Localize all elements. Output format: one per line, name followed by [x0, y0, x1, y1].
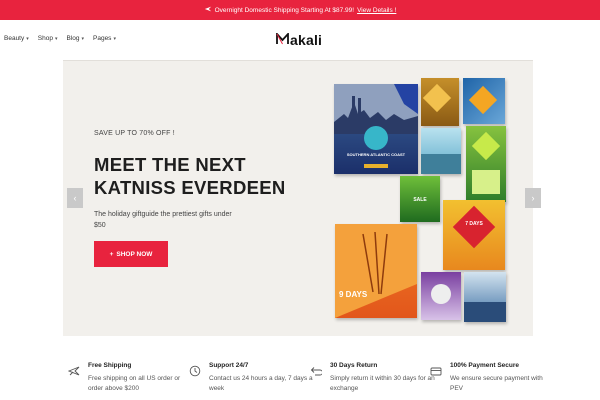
chevron-down-icon: ▾: [26, 35, 29, 42]
airplane-icon: [67, 364, 80, 376]
collage-card-4: [421, 128, 461, 174]
nav-item-shop[interactable]: Shop ▾: [38, 35, 58, 42]
seven-days-label: 7 DAYS: [465, 221, 483, 227]
features-row: Free Shipping Free shipping on all US or…: [0, 345, 600, 400]
next-slide-button[interactable]: ›: [525, 188, 541, 208]
shop-now-button[interactable]: + SHOP NOW: [94, 241, 168, 267]
chevron-down-icon: ▾: [54, 35, 58, 42]
announcement-text: Overnight Domestic Shipping Starting At …: [214, 6, 355, 14]
site-header: Beauty ▾ Shop ▾ Blog ▾ Pages ▾ akali: [0, 20, 600, 60]
logo-text: akali: [290, 32, 323, 48]
nav-item-beauty[interactable]: Beauty ▾: [4, 35, 29, 42]
nav-item-pages[interactable]: Pages ▾: [93, 35, 116, 42]
shop-now-label: SHOP NOW: [116, 250, 153, 258]
airplane-icon: [204, 5, 212, 15]
main-nav: Beauty ▾ Shop ▾ Blog ▾ Pages ▾: [4, 35, 116, 42]
feature-desc: Free shipping on all US order or order a…: [88, 375, 181, 392]
collage-card-main: SOUTHERN ATLANTIC COAST: [334, 84, 418, 174]
logo-m-icon: [276, 31, 289, 48]
collage-card-caption: SOUTHERN ATLANTIC COAST: [346, 152, 406, 157]
nav-label: Pages: [93, 35, 112, 42]
site-logo[interactable]: akali: [276, 31, 323, 48]
feature-title: 30 Days Return: [330, 362, 378, 369]
feature-desc: Contact us 24 hours a day, 7 days a week: [209, 375, 313, 392]
hero-title: MEET THE NEXT KATNISS EVERDEEN: [94, 153, 324, 199]
feature-title: Free Shipping: [88, 362, 132, 369]
plus-icon: +: [109, 250, 114, 258]
nine-days-label: 9 DAYS: [339, 290, 368, 299]
collage-card-2: [421, 78, 459, 126]
prev-slide-button[interactable]: ‹: [67, 188, 83, 208]
feature-desc: Simply return it within 30 days for an e…: [330, 375, 435, 392]
collage-card-5: [466, 126, 506, 202]
feature-title: 100% Payment Secure: [450, 362, 520, 369]
chevron-down-icon: ▾: [81, 35, 84, 42]
view-details-link[interactable]: View Details !: [357, 7, 396, 14]
return-icon: [310, 364, 323, 376]
collage-card-9: [464, 272, 506, 322]
feature-desc: We ensure secure payment with PEV: [450, 375, 543, 392]
nav-label: Shop: [37, 35, 53, 42]
card-icon: [430, 364, 442, 376]
collage-card-9days: 9 DAYS: [335, 224, 417, 318]
chevron-left-icon: ‹: [73, 193, 77, 203]
sale-label: SALE: [413, 197, 427, 203]
clock-icon: [189, 364, 201, 377]
collage-card-7days: 7 DAYS: [443, 200, 505, 270]
chevron-down-icon: ▾: [113, 35, 116, 42]
announcement-bar: Overnight Domestic Shipping Starting At …: [0, 0, 600, 20]
chevron-right-icon: ›: [531, 193, 535, 203]
nav-label: Beauty: [4, 35, 25, 42]
hero-title-line: KATNISS EVERDEEN: [94, 177, 286, 198]
nav-item-blog[interactable]: Blog ▾: [66, 35, 84, 42]
feature-title: Support 24/7: [209, 362, 249, 369]
collage-card-3: [463, 78, 505, 124]
nav-label: Blog: [66, 35, 80, 42]
hero-subtitle: SAVE UP TO 70% OFF !: [94, 130, 175, 137]
collage-card-sale: SALE: [400, 176, 440, 222]
hero-title-line: MEET THE NEXT: [94, 154, 246, 175]
collage-card-8: [421, 272, 461, 320]
hero-description: The holiday giftguide the prettiest gift…: [94, 211, 232, 229]
